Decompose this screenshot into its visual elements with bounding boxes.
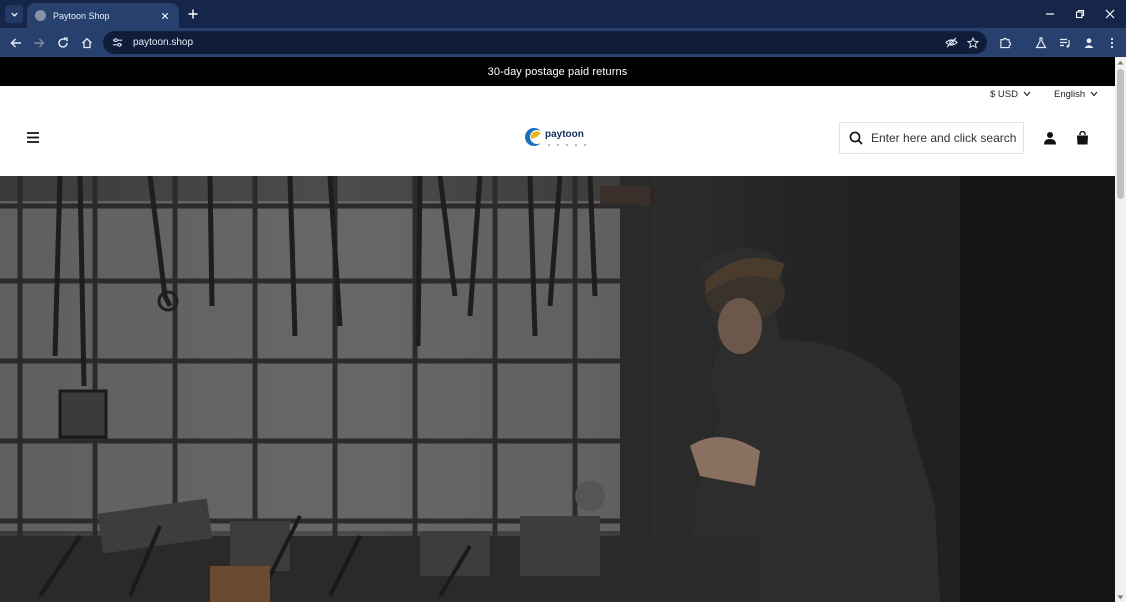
search-box[interactable] [839, 122, 1024, 154]
currency-label: $ USD [990, 88, 1018, 100]
back-button[interactable] [7, 34, 24, 51]
chevron-down-icon [10, 12, 18, 17]
search-icon[interactable] [848, 130, 864, 146]
back-arrow-icon [10, 38, 21, 47]
site-logo[interactable]: paytoon [524, 125, 594, 149]
new-tab-button[interactable] [185, 6, 201, 22]
media-controls-button[interactable] [1056, 34, 1073, 51]
restore-icon [1075, 9, 1085, 19]
tab-close-button[interactable] [159, 10, 171, 22]
bookmark-button[interactable] [965, 35, 981, 51]
language-label: English [1054, 88, 1086, 100]
site-header: $ USD English paytoon [0, 86, 1115, 176]
reload-button[interactable] [54, 34, 71, 51]
close-window-button[interactable] [1102, 6, 1118, 22]
minimize-icon [1046, 13, 1054, 15]
kebab-icon [1110, 37, 1113, 48]
cart-button[interactable] [1074, 130, 1090, 146]
home-button[interactable] [78, 34, 95, 51]
globe-icon [35, 10, 46, 21]
scroll-down-arrow-icon[interactable] [1117, 594, 1124, 600]
tab-title: Paytoon Shop [53, 10, 110, 21]
minimize-button[interactable] [1042, 6, 1058, 22]
home-icon [81, 37, 92, 48]
close-icon [161, 12, 169, 19]
menu-button[interactable] [26, 130, 40, 144]
announcement-bar: 30-day postage paid returns [0, 57, 1115, 86]
queue-music-icon [1059, 38, 1070, 48]
bag-icon [1076, 131, 1088, 145]
forward-button[interactable] [30, 34, 47, 51]
labs-button[interactable] [1032, 34, 1049, 51]
tab-search-button[interactable] [5, 5, 23, 23]
chevron-down-icon [1090, 90, 1098, 98]
scroll-up-arrow-icon[interactable] [1117, 59, 1124, 65]
search-input[interactable] [871, 131, 1021, 145]
hamburger-icon [27, 131, 39, 143]
hero-image [0, 176, 1115, 602]
puzzle-icon [1000, 37, 1012, 49]
extensions-button[interactable] [997, 34, 1014, 51]
scrollbar-thumb[interactable] [1117, 69, 1124, 199]
plus-icon [188, 9, 198, 19]
flask-icon [1034, 36, 1047, 48]
user-icon [1044, 132, 1056, 145]
tracking-protection-button[interactable] [943, 35, 959, 51]
language-selector[interactable]: English [1054, 87, 1098, 101]
profile-button[interactable] [1080, 34, 1097, 51]
forward-arrow-icon [33, 38, 44, 47]
account-button[interactable] [1042, 130, 1058, 146]
star-icon [967, 36, 979, 49]
url-text: paytoon.shop [133, 37, 194, 48]
address-bar[interactable]: paytoon.shop [103, 31, 987, 54]
hero-banner [0, 176, 1115, 602]
logo-text: paytoon [545, 129, 584, 140]
reload-icon [57, 37, 68, 48]
browser-tab-active[interactable]: Paytoon Shop [27, 3, 179, 28]
announcement-text: 30-day postage paid returns [487, 65, 628, 78]
page-scrollbar[interactable] [1115, 57, 1126, 602]
tune-icon [112, 38, 122, 47]
browser-menu-button[interactable] [1103, 34, 1120, 51]
site-info-button[interactable] [110, 36, 124, 50]
browser-tabstrip: Paytoon Shop [0, 0, 1126, 28]
person-icon [1084, 37, 1093, 48]
chevron-down-icon [1023, 90, 1031, 98]
browser-toolbar: paytoon.shop [0, 28, 1126, 57]
currency-selector[interactable]: $ USD [990, 87, 1031, 101]
close-icon [1105, 9, 1115, 19]
eye-off-icon [944, 37, 958, 48]
restore-button[interactable] [1072, 6, 1088, 22]
